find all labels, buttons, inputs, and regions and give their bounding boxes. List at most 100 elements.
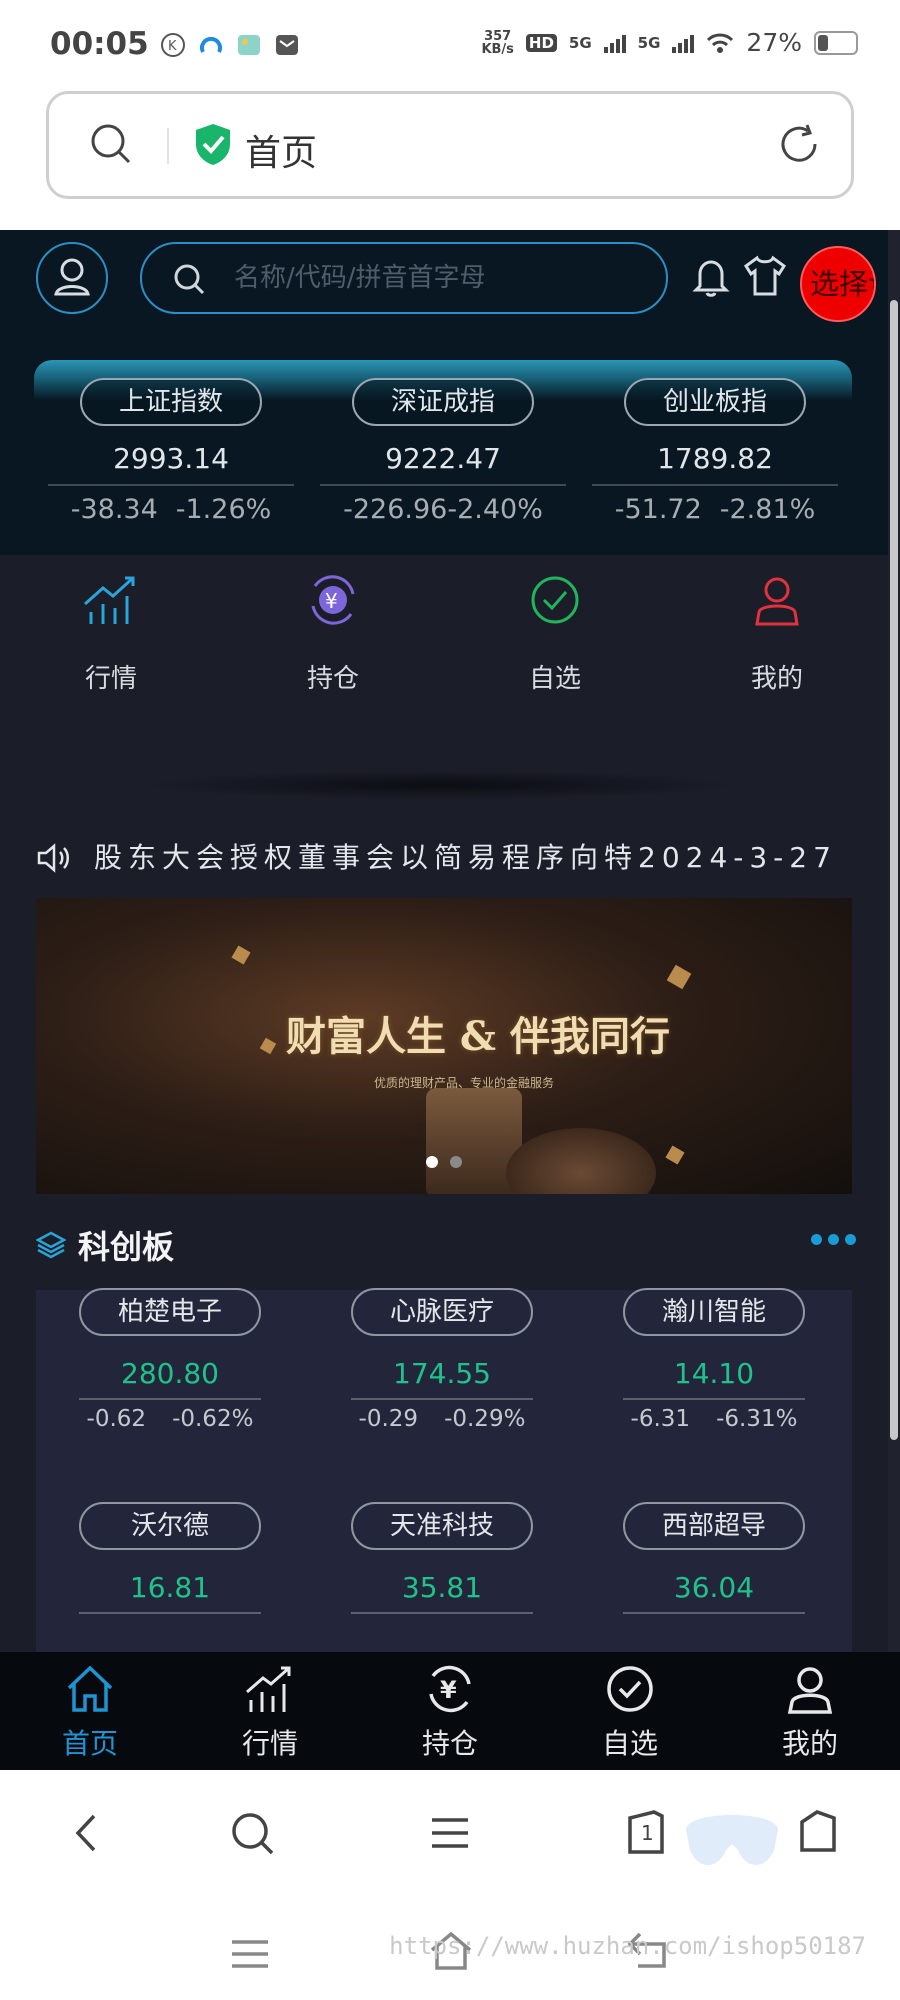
carousel-dot-active[interactable] xyxy=(426,1156,438,1168)
index-card-shenzhen[interactable]: 深证成指 9222.47 -226.96 -2.40% xyxy=(320,378,566,525)
search-icon[interactable] xyxy=(230,1808,276,1858)
banner-subtitle: 优质的理财产品、专业的金融服务 xyxy=(374,1076,555,1090)
index-change: -51.72 xyxy=(614,494,702,525)
search-icon[interactable] xyxy=(89,122,133,166)
stock-price: 35.81 xyxy=(401,1571,483,1604)
signal-5g-2: 5G xyxy=(637,33,661,52)
stock-price: 16.81 xyxy=(129,1571,211,1604)
stock-change: -0.62 xyxy=(86,1406,147,1432)
index-value: 9222.47 xyxy=(385,442,501,475)
app-content: 选择语 上证指数 2993.14 -38.34 -1.26% 深证成指 9222.… xyxy=(0,230,888,1770)
back-icon[interactable] xyxy=(66,1808,106,1858)
stock-price: 14.10 xyxy=(673,1357,755,1390)
watermark-text: https://www.huzhan.com/ishop50187 xyxy=(389,1932,866,1960)
chart-trend-icon xyxy=(84,576,135,624)
menu-icon[interactable] xyxy=(428,1808,472,1858)
svg-text:¥: ¥ xyxy=(325,589,338,613)
home-shape-icon[interactable] xyxy=(794,1808,840,1858)
browser-address-bar[interactable]: 首页 xyxy=(46,91,854,199)
speaker-icon xyxy=(37,843,69,873)
section-shadow xyxy=(140,770,740,800)
tabs-count: 1 xyxy=(641,1821,654,1845)
tab-holdings[interactable]: ¥ 持仓 xyxy=(360,1662,540,1762)
yuan-cycle-icon: ¥ xyxy=(311,575,355,625)
avatar[interactable] xyxy=(36,242,108,314)
bottom-tab-bar: 首页 行情 ¥ 持仓 自选 我的 xyxy=(0,1652,900,1770)
stock-percent: -0.62% xyxy=(172,1406,254,1432)
index-value: 2993.14 xyxy=(113,442,229,475)
tabs-button[interactable]: 1 xyxy=(624,1808,668,1858)
divider xyxy=(623,1398,805,1400)
k-app-icon: K xyxy=(161,33,185,57)
index-name: 上证指数 xyxy=(80,378,262,426)
notice-text[interactable]: 股东大会授权董事会以简易程序向特2024-3-27 xyxy=(94,836,837,876)
stock-card[interactable]: 西部超导 36.04 xyxy=(580,1502,848,1614)
user-icon xyxy=(755,577,799,626)
index-card-shanghai[interactable]: 上证指数 2993.14 -38.34 -1.26% xyxy=(48,378,294,525)
more-icon[interactable] xyxy=(811,1234,856,1245)
stock-percent: -0.29% xyxy=(444,1406,526,1432)
tab-label: 首页 xyxy=(61,1727,118,1760)
stock-name: 瀚川智能 xyxy=(623,1288,805,1336)
banner-slogan: 财富人生 & 伴我同行 xyxy=(286,1013,670,1060)
quick-nav-holdings[interactable]: ¥ 持仓 xyxy=(222,560,444,695)
tab-mine[interactable]: 我的 xyxy=(720,1662,900,1762)
browser-app-icon xyxy=(200,36,222,53)
net-speed: 357 KB/s xyxy=(481,30,513,56)
search-input[interactable] xyxy=(234,258,634,298)
index-percent: -1.26% xyxy=(175,494,272,525)
promo-banner[interactable]: 财富人生 & 伴我同行 优质的理财产品、专业的金融服务 xyxy=(36,898,852,1194)
tab-label: 行情 xyxy=(241,1727,298,1760)
stock-card[interactable]: 瀚川智能 14.10 -6.31 -6.31% xyxy=(580,1288,848,1432)
index-change: -38.34 xyxy=(70,494,158,525)
tab-watchlist[interactable]: 自选 xyxy=(540,1662,720,1762)
index-percent: -2.81% xyxy=(719,494,816,525)
net-speed-value: 357 xyxy=(484,28,512,44)
status-time: 00:05 xyxy=(50,26,149,62)
index-name: 创业板指 xyxy=(624,378,806,426)
cube-decoration xyxy=(666,964,692,990)
quick-nav-market[interactable]: 行情 xyxy=(0,560,222,695)
recent-apps-icon[interactable] xyxy=(228,1936,272,1972)
check-circle-icon xyxy=(531,576,579,624)
signal-bars-icon xyxy=(603,34,626,53)
index-card-chinext[interactable]: 创业板指 1789.82 -51.72 -2.81% xyxy=(592,378,838,525)
quick-nav-watchlist[interactable]: 自选 xyxy=(444,560,666,695)
tab-market[interactable]: 行情 xyxy=(180,1662,360,1762)
index-change: -226.96 xyxy=(343,494,448,525)
status-bar: 00:05 K 357 KB/s HD 5G 5G 27% xyxy=(0,0,900,90)
stock-card[interactable]: 沃尔德 16.81 xyxy=(36,1502,304,1614)
carousel-dot[interactable] xyxy=(450,1156,462,1168)
notice-bar[interactable]: 股东大会授权董事会以简易程序向特2024-3-27 xyxy=(36,832,856,882)
cube-decoration xyxy=(231,945,251,965)
battery-icon xyxy=(814,30,858,55)
stock-price: 174.55 xyxy=(393,1357,491,1390)
stock-search-bar[interactable] xyxy=(140,242,668,314)
divider xyxy=(79,1398,261,1400)
yuan-cycle-icon: ¥ xyxy=(429,1665,471,1713)
stock-card[interactable]: 心脉医疗 174.55 -0.29 -0.29% xyxy=(308,1288,576,1432)
quick-nav-mine[interactable]: 我的 xyxy=(666,560,888,695)
glasses-decoration-icon xyxy=(686,1815,778,1865)
cube-decoration xyxy=(665,1145,685,1165)
quick-nav-label: 持仓 xyxy=(306,664,359,694)
notification-icons: K xyxy=(160,32,300,58)
divider xyxy=(167,128,169,164)
stock-card[interactable]: 柏楚电子 280.80 -0.62 -0.62% xyxy=(36,1288,304,1432)
stock-change: -6.31 xyxy=(630,1406,691,1432)
page-title[interactable]: 首页 xyxy=(245,124,317,176)
scrollbar[interactable] xyxy=(888,230,900,1770)
index-name: 深证成指 xyxy=(352,378,534,426)
reload-icon[interactable] xyxy=(777,122,821,166)
shirt-icon[interactable] xyxy=(742,254,788,298)
signal-5g-1: 5G xyxy=(568,33,592,52)
net-speed-unit: KB/s xyxy=(481,41,514,57)
tab-label: 我的 xyxy=(781,1727,838,1760)
language-select-button[interactable]: 选择语 xyxy=(800,246,876,322)
svg-text:¥: ¥ xyxy=(440,1676,457,1704)
tab-home[interactable]: 首页 xyxy=(0,1662,180,1762)
divider xyxy=(623,1612,805,1614)
scrollbar-thumb[interactable] xyxy=(890,300,898,1440)
stock-card[interactable]: 天准科技 35.81 xyxy=(308,1502,576,1614)
bell-icon[interactable] xyxy=(692,256,730,298)
